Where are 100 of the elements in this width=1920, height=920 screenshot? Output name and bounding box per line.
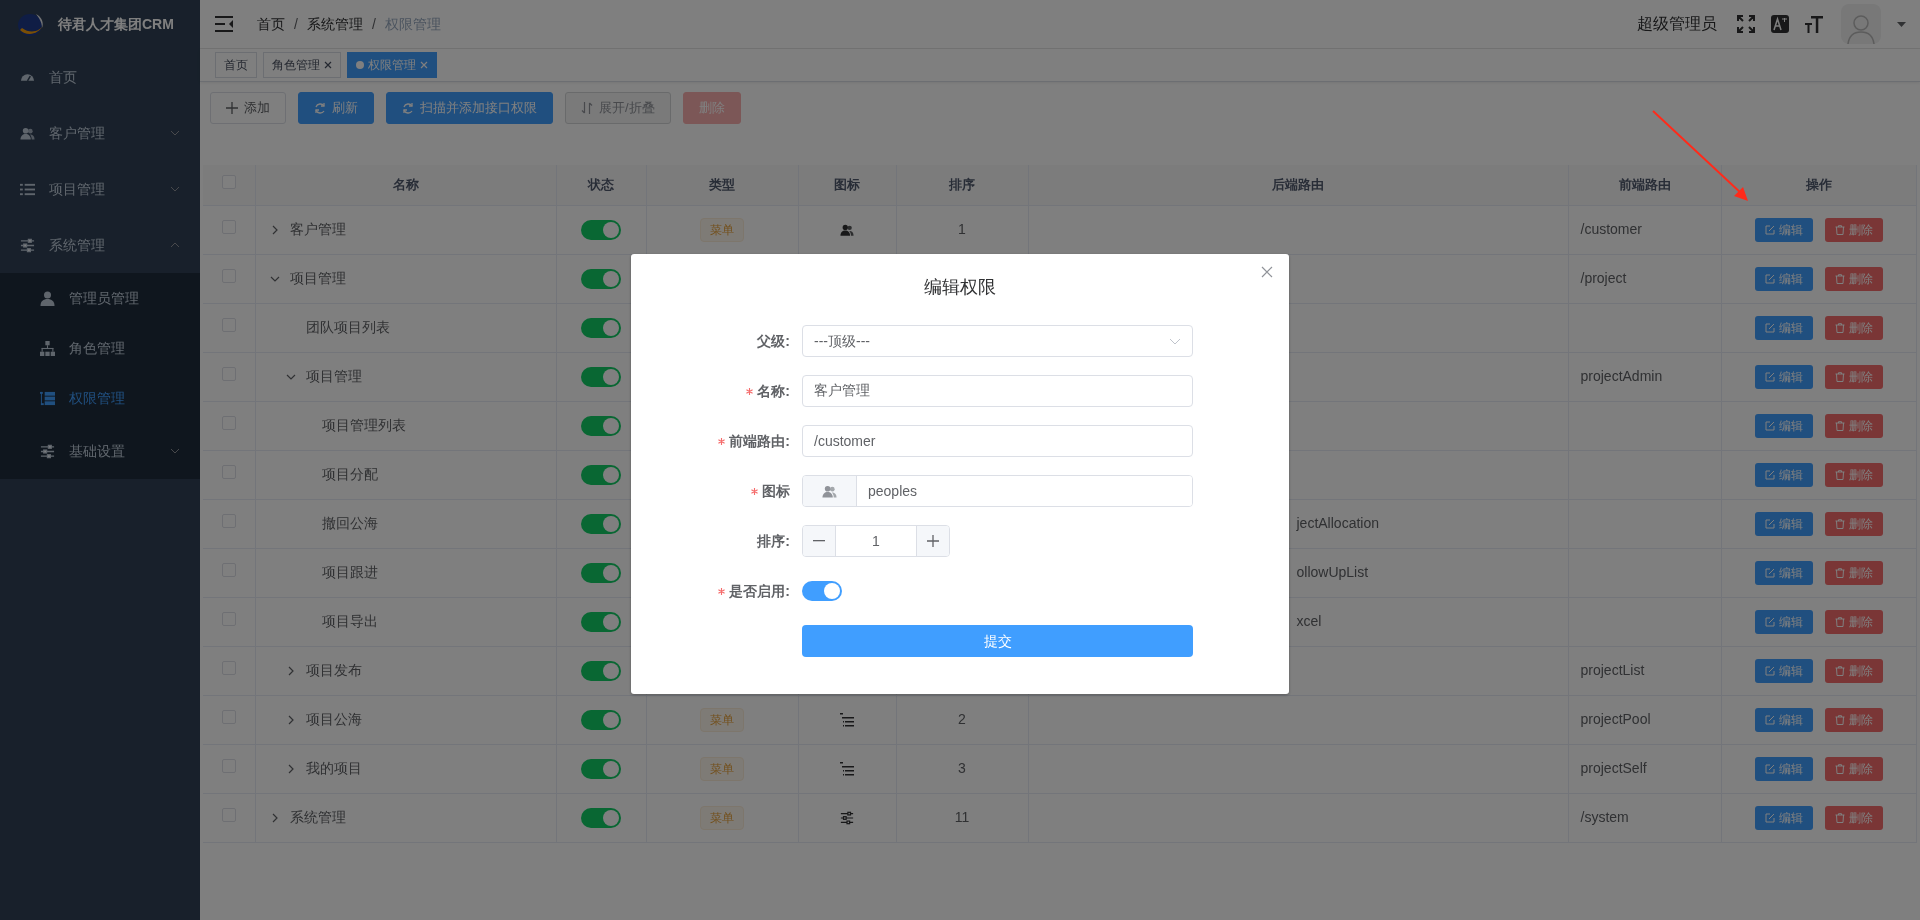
row-name: 团队项目列表 [305, 318, 390, 337]
delete-button[interactable]: 删除 [1824, 756, 1883, 781]
status-switch[interactable] [581, 710, 621, 731]
page-tab[interactable]: 权限管理 [347, 52, 437, 78]
sidebar-item[interactable]: 首页 [0, 49, 200, 105]
edit-button[interactable]: 编辑 [1754, 560, 1813, 585]
increment-button[interactable] [917, 526, 949, 556]
edit-button[interactable]: 编辑 [1754, 413, 1813, 438]
delete-button[interactable]: 删除 [1824, 658, 1883, 683]
delete-button[interactable]: 删除 [1824, 462, 1883, 487]
status-switch[interactable] [581, 661, 621, 682]
type-tag: 菜单 [700, 805, 744, 830]
status-switch[interactable] [581, 563, 621, 584]
toolbar-button[interactable]: 刷新 [298, 92, 374, 124]
status-switch[interactable] [581, 269, 621, 290]
breadcrumb-separator: / [371, 14, 376, 34]
edit-button[interactable]: 编辑 [1754, 315, 1813, 340]
delete-button[interactable]: 删除 [1824, 217, 1883, 242]
breadcrumb-item[interactable]: 系统管理 [306, 13, 363, 35]
sidebar-item[interactable]: 权限管理 [0, 373, 200, 423]
caret-icon [1897, 21, 1906, 27]
number-stepper[interactable]: 1 [802, 525, 950, 557]
breadcrumb-item[interactable]: 首页 [257, 13, 285, 35]
status-switch[interactable] [581, 367, 621, 388]
status-switch[interactable] [581, 612, 621, 633]
text-field[interactable]: 客户管理 [802, 375, 1193, 407]
page-tab[interactable]: 首页 [215, 52, 257, 78]
decrement-button[interactable] [803, 526, 835, 556]
sort-value: 11 [954, 809, 970, 825]
people-icon [822, 483, 837, 499]
refresh-icon [402, 102, 414, 114]
text-size-icon [1805, 15, 1823, 33]
page-tab[interactable]: 角色管理 [263, 52, 341, 78]
column-header: 类型 [709, 177, 735, 192]
sidebar-item[interactable]: 系统管理 [0, 217, 200, 273]
number-field[interactable]: 1 [835, 526, 917, 556]
sort-value: 3 [958, 760, 966, 776]
type-tag: 菜单 [700, 756, 744, 781]
edit-button[interactable]: 编辑 [1754, 609, 1813, 634]
edit-button[interactable]: 编辑 [1754, 217, 1813, 242]
column-header: 图标 [834, 177, 860, 192]
delete-button[interactable]: 删除 [1824, 609, 1883, 634]
status-switch[interactable] [581, 318, 621, 339]
delete-button[interactable]: 删除 [1824, 707, 1883, 732]
delete-button[interactable]: 删除 [1824, 413, 1883, 438]
person-silhouette-icon [1846, 12, 1876, 44]
sliders-icon [40, 443, 55, 459]
delete-button[interactable]: 删除 [1824, 511, 1883, 536]
type-tag: 菜单 [700, 707, 744, 732]
sidebar-item[interactable]: 角色管理 [0, 323, 200, 373]
row-name: 项目管理 [305, 367, 362, 386]
trash-icon [1834, 812, 1845, 823]
edit-button[interactable]: 编辑 [1754, 462, 1813, 487]
edit-button[interactable]: 编辑 [1754, 266, 1813, 291]
parent-select[interactable]: ---顶级--- [802, 325, 1193, 357]
icon-field[interactable]: peoples [802, 475, 1193, 507]
enable-switch[interactable] [802, 581, 842, 601]
row-name: 项目管理列表 [321, 416, 406, 435]
edit-button[interactable]: 编辑 [1754, 756, 1813, 781]
field-label: 父级: [757, 331, 790, 351]
sidebar-item[interactable]: 管理员管理 [0, 273, 200, 323]
status-switch[interactable] [581, 514, 621, 535]
row-name: 客户管理 [289, 220, 346, 239]
edit-icon [1764, 567, 1775, 578]
column-header: 排序 [949, 177, 975, 192]
sidebar-item[interactable]: 客户管理 [0, 105, 200, 161]
close-button[interactable] [1261, 266, 1273, 278]
trash-icon [1834, 469, 1845, 480]
edit-button[interactable]: 编辑 [1754, 707, 1813, 732]
status-switch[interactable] [581, 416, 621, 437]
chevron-icon [1169, 337, 1181, 345]
delete-button[interactable]: 删除 [1824, 560, 1883, 585]
status-switch[interactable] [581, 759, 621, 780]
status-switch[interactable] [581, 808, 621, 829]
text-field[interactable]: /customer [802, 425, 1193, 457]
sliders-icon [840, 811, 854, 826]
edit-button[interactable]: 编辑 [1754, 805, 1813, 830]
close-icon [1261, 266, 1273, 278]
plus-icon [226, 102, 238, 114]
sidebar-item[interactable]: 项目管理 [0, 161, 200, 217]
column-header: 前端路由 [1618, 177, 1671, 192]
avatar[interactable] [1841, 4, 1881, 44]
delete-button[interactable]: 删除 [1824, 315, 1883, 340]
trash-icon [1834, 518, 1845, 529]
submit-button[interactable]: 提交 [802, 625, 1193, 657]
delete-button[interactable]: 删除 [1824, 805, 1883, 830]
toolbar-button[interactable]: 添加 [210, 92, 286, 124]
toolbar-button[interactable]: 扫描并添加接口权限 [386, 92, 553, 124]
edit-button[interactable]: 编辑 [1754, 511, 1813, 536]
row-name: 系统管理 [289, 808, 346, 827]
edit-icon [1764, 812, 1775, 823]
menu-button[interactable] [215, 16, 235, 32]
status-switch[interactable] [581, 465, 621, 486]
delete-button[interactable]: 删除 [1824, 266, 1883, 291]
status-switch[interactable] [581, 220, 621, 241]
edit-button[interactable]: 编辑 [1754, 364, 1813, 389]
trash-icon [1834, 714, 1845, 725]
edit-button[interactable]: 编辑 [1754, 658, 1813, 683]
sidebar-item[interactable]: 基础设置 [0, 423, 200, 479]
delete-button[interactable]: 删除 [1824, 364, 1883, 389]
